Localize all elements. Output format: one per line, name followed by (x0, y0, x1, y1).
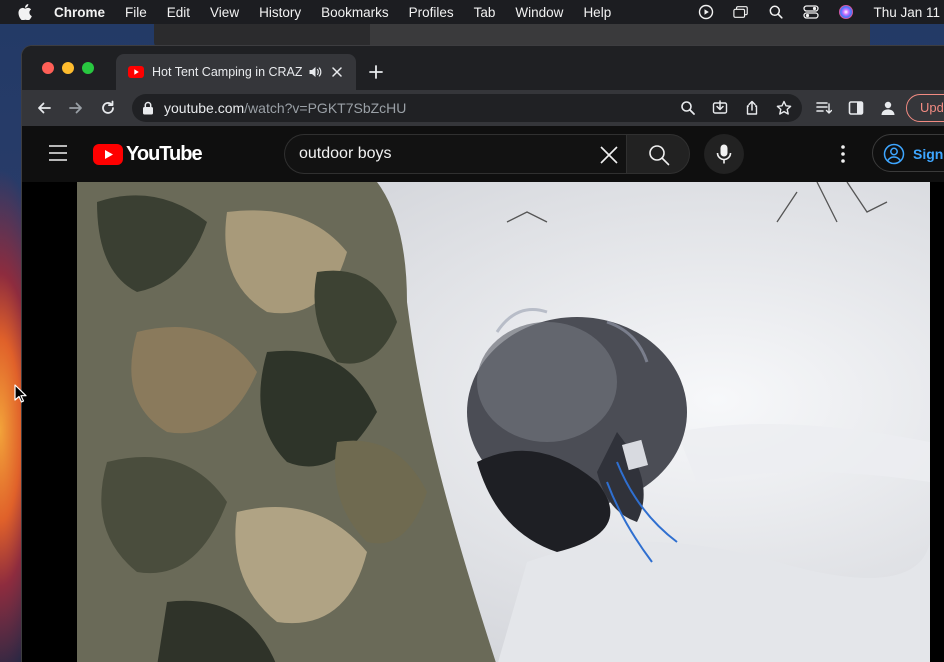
mouse-cursor-icon (14, 384, 27, 403)
microphone-icon (716, 144, 732, 164)
url-host: youtube.com (164, 100, 245, 116)
browser-toolbar: youtube.com/watch?v=PGKT7SbZcHU Upd (22, 90, 944, 126)
tab-close-icon[interactable] (330, 65, 344, 79)
profile-avatar-icon[interactable] (880, 100, 896, 116)
control-center-icon[interactable] (803, 4, 820, 20)
tab-title: Hot Tent Camping in CRAZ (152, 65, 302, 79)
bookmark-star-icon[interactable] (776, 100, 792, 116)
reading-list-icon[interactable] (816, 100, 832, 116)
chrome-window: Hot Tent Camping in CRAZ youtube.com/wat… (22, 46, 944, 662)
back-arrow-icon[interactable] (36, 100, 52, 116)
menu-edit[interactable]: Edit (167, 5, 190, 20)
play-circle-icon[interactable] (698, 4, 714, 20)
menu-bookmarks[interactable]: Bookmarks (321, 5, 389, 20)
menu-app-name[interactable]: Chrome (54, 5, 105, 20)
video-player[interactable] (22, 182, 944, 662)
menu-clock[interactable]: Thu Jan 11 (873, 5, 940, 20)
address-bar[interactable]: youtube.com/watch?v=PGKT7SbZcHU (132, 94, 802, 122)
guide-menu-icon[interactable] (48, 144, 68, 162)
window-maximize-button[interactable] (82, 62, 94, 74)
settings-more-icon[interactable] (838, 144, 848, 164)
youtube-search-input[interactable] (299, 143, 579, 165)
menu-window[interactable]: Window (515, 5, 563, 20)
update-chrome-button[interactable]: Upd (906, 94, 944, 122)
macos-menu-bar: Chrome File Edit View History Bookmarks … (0, 0, 944, 24)
youtube-favicon-icon (128, 66, 144, 78)
tab-strip: Hot Tent Camping in CRAZ (22, 46, 944, 90)
window-stack-icon[interactable] (733, 4, 749, 20)
youtube-logo[interactable]: YouTube (93, 142, 203, 165)
window-minimize-button[interactable] (62, 62, 74, 74)
side-panel-icon[interactable] (848, 100, 864, 116)
menu-tab[interactable]: Tab (474, 5, 496, 20)
search-icon (649, 145, 670, 166)
video-still-image (77, 182, 930, 662)
audio-playing-icon[interactable] (308, 65, 322, 79)
youtube-search-box (284, 134, 626, 174)
forward-arrow-icon[interactable] (68, 100, 84, 116)
reload-icon[interactable] (100, 100, 116, 116)
share-icon[interactable] (744, 100, 760, 116)
video-frame[interactable] (77, 182, 930, 662)
menu-help[interactable]: Help (583, 5, 611, 20)
youtube-search-button[interactable] (626, 134, 690, 174)
youtube-masthead: YouTube Sign (22, 126, 944, 182)
install-app-icon[interactable] (712, 100, 728, 116)
account-circle-icon (883, 143, 905, 165)
apple-menu-icon[interactable] (18, 4, 36, 20)
voice-search-button[interactable] (704, 134, 744, 174)
youtube-wordmark: YouTube (126, 142, 203, 165)
address-url: youtube.com/watch?v=PGKT7SbZcHU (164, 100, 406, 116)
clear-search-icon[interactable] (599, 145, 619, 165)
menu-file[interactable]: File (125, 5, 147, 20)
sign-in-button[interactable]: Sign (872, 134, 944, 172)
siri-icon[interactable] (838, 4, 854, 20)
site-info-icon[interactable] (142, 101, 154, 115)
zoom-search-icon[interactable] (680, 100, 696, 116)
window-close-button[interactable] (42, 62, 54, 74)
new-tab-plus-icon[interactable] (368, 64, 384, 80)
youtube-play-logo-icon (93, 143, 123, 165)
tab-youtube-video[interactable]: Hot Tent Camping in CRAZ (116, 54, 356, 90)
background-window-tab (370, 24, 870, 48)
spotlight-search-icon[interactable] (768, 4, 784, 20)
sign-in-label: Sign (913, 146, 944, 162)
url-path: /watch?v=PGKT7SbZcHU (244, 100, 407, 116)
menu-history[interactable]: History (259, 5, 301, 20)
menu-view[interactable]: View (210, 5, 239, 20)
background-window (154, 24, 870, 48)
menu-profiles[interactable]: Profiles (409, 5, 454, 20)
